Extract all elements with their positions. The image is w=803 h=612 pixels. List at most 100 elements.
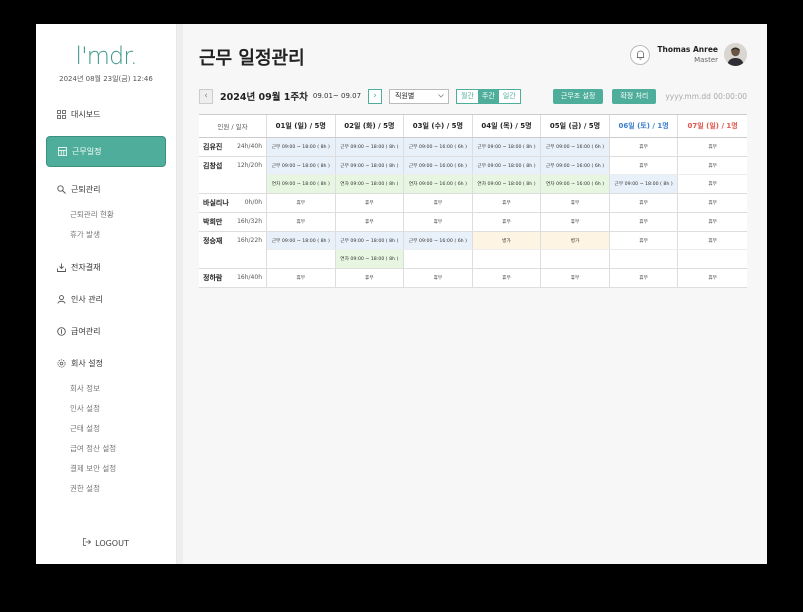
shift-cell[interactable]: 근무 09:00 ~ 18:00 ( 8h ): [472, 138, 542, 156]
logout-button[interactable]: LOGOUT: [36, 538, 176, 548]
employee-cell[interactable]: 바실리나 0h/0h: [199, 194, 267, 212]
shift-cell[interactable]: 휴무: [609, 232, 679, 249]
submenu-attendance-status[interactable]: 근퇴관리 현황: [70, 205, 176, 225]
submenu-payment-security[interactable]: 결제 보안 설정: [70, 459, 176, 479]
view-mode-week[interactable]: 주간: [477, 89, 499, 103]
sidebar-item-approval[interactable]: 전자결재: [36, 257, 176, 277]
shift-cell[interactable]: 휴무: [335, 194, 405, 212]
shift-cell[interactable]: 휴무: [609, 269, 679, 287]
prev-week-button[interactable]: ‹: [199, 88, 213, 104]
day-header: 04일 (목) / 5명: [473, 115, 542, 137]
avatar[interactable]: [724, 43, 747, 66]
shift-cell[interactable]: 휴무: [335, 213, 405, 231]
shift-cell[interactable]: 휴무: [472, 269, 542, 287]
shift-cell[interactable]: 휴무: [541, 213, 610, 231]
shift-cell[interactable]: 연차 09:00 ~ 18:00 ( 8h ): [335, 250, 405, 268]
sidebar-item-dashboard[interactable]: 대시보드: [36, 104, 176, 124]
submenu-permission-settings[interactable]: 권한 설정: [70, 479, 176, 499]
shift-cell[interactable]: 휴무: [678, 232, 747, 249]
table-row: 김창섭 12h/20h 근무 09:00 ~ 18:00 ( 8h ) 근무 09:0…: [199, 157, 747, 194]
shift-cell[interactable]: 연차 09:00 ~ 18:00 ( 8h ): [472, 175, 542, 193]
shift-cell[interactable]: 근무 09:00 ~ 18:00 ( 8h ): [335, 138, 405, 156]
employee-cell[interactable]: 김유진 24h/40h: [199, 138, 267, 156]
sidebar-item-payroll[interactable]: 급여관리: [36, 321, 176, 341]
shift-cell[interactable]: 휴무: [472, 194, 542, 212]
datetime-input[interactable]: yyyy.mm.dd 00:00:00: [665, 92, 747, 101]
shift-cell[interactable]: 휴무: [541, 269, 610, 287]
submenu-payroll-settings[interactable]: 급여 정산 설정: [70, 439, 176, 459]
next-week-button[interactable]: ›: [368, 88, 383, 104]
shift-cell[interactable]: 근무 09:00 ~ 16:00 ( 6h ): [404, 157, 473, 174]
shift-cell[interactable]: 휴무: [678, 194, 747, 212]
coin-icon: [56, 326, 66, 336]
sidebar-item-company-settings[interactable]: 회사 설정: [36, 353, 176, 373]
shift-cell[interactable]: 연차 09:00 ~ 16:00 ( 6h ): [404, 175, 473, 193]
shift-cell[interactable]: 근무 09:00 ~ 18:00 ( 8h ): [267, 232, 336, 249]
employee-cell[interactable]: 정하람 16h/40h: [199, 269, 267, 287]
shift-cell[interactable]: 휴무: [404, 269, 473, 287]
shift-cell[interactable]: [609, 250, 679, 268]
shift-cell[interactable]: [404, 250, 473, 268]
table-row: 박희만 16h/32h 휴무 휴무 휴무 휴무 휴무 휴무 휴무: [199, 213, 747, 232]
submenu-hr-settings[interactable]: 인사 설정: [70, 399, 176, 419]
shift-cell[interactable]: 병가: [472, 232, 542, 249]
shift-cell[interactable]: 병가: [541, 232, 610, 249]
shift-cell[interactable]: 휴무: [267, 269, 336, 287]
shift-cell[interactable]: [267, 250, 336, 268]
filter-select-value: 직원별: [395, 92, 415, 100]
shift-cell[interactable]: [678, 250, 747, 268]
employee-cell[interactable]: 박희만 16h/32h: [199, 213, 267, 231]
shift-cell[interactable]: 근무 09:00 ~ 18:00 ( 8h ): [609, 175, 679, 193]
shift-cell[interactable]: 휴무: [609, 157, 679, 174]
shift-cell[interactable]: 근무 09:00 ~ 16:00 ( 6h ): [404, 232, 473, 249]
shift-cell[interactable]: 근무 09:00 ~ 16:00 ( 6h ): [541, 138, 610, 156]
shift-cell[interactable]: 근무 09:00 ~ 16:00 ( 6h ): [404, 138, 473, 156]
shift-cell[interactable]: 휴무: [404, 213, 473, 231]
sidebar-item-work-schedule[interactable]: 근무일정: [46, 136, 166, 167]
employee-name: 김유진: [203, 143, 223, 151]
shift-cell[interactable]: 연차 09:00 ~ 18:00 ( 8h ): [335, 175, 405, 193]
shift-cell[interactable]: 휴무: [267, 194, 336, 212]
filter-select[interactable]: 직원별: [389, 88, 450, 104]
shift-cell[interactable]: 근무 09:00 ~ 18:00 ( 8h ): [335, 232, 405, 249]
employee-cell[interactable]: 김창섭 12h/20h: [199, 157, 267, 193]
shift-cell[interactable]: 휴무: [404, 194, 473, 212]
shift-cell[interactable]: 휴무: [678, 157, 747, 174]
shift-cell[interactable]: 휴무: [541, 194, 610, 212]
submenu-attendance-settings[interactable]: 근태 설정: [70, 419, 176, 439]
shift-cell[interactable]: 휴무: [678, 138, 747, 156]
shift-cell[interactable]: [472, 250, 542, 268]
shift-cell[interactable]: 휴무: [609, 138, 679, 156]
sidebar-item-hr[interactable]: 인사 관리: [36, 289, 176, 309]
shift-cell[interactable]: 근무 09:00 ~ 18:00 ( 8h ): [335, 157, 405, 174]
confirm-button[interactable]: 확정 처리: [612, 88, 657, 104]
employee-cell[interactable]: 정승재 16h/22h: [199, 232, 267, 268]
shift-cell[interactable]: 휴무: [267, 213, 336, 231]
employee-name: 박희만: [203, 218, 223, 226]
shift-cell[interactable]: 휴무: [678, 213, 747, 231]
submenu-company-info[interactable]: 회사 정보: [70, 379, 176, 399]
shift-cell[interactable]: 휴무: [609, 213, 679, 231]
shift-cell[interactable]: 근무 09:00 ~ 18:00 ( 8h ): [267, 157, 336, 174]
shift-cell[interactable]: 휴무: [335, 269, 405, 287]
view-mode-month[interactable]: 월간: [457, 89, 478, 103]
group-settings-button[interactable]: 근무조 설정: [552, 88, 604, 104]
notification-bell-icon[interactable]: [630, 44, 651, 65]
view-mode-day[interactable]: 일간: [498, 89, 520, 103]
shift-cell[interactable]: 휴무: [678, 269, 747, 287]
app-logo: l'mdr.: [75, 42, 137, 70]
shift-cell[interactable]: 연차 09:00 ~ 16:00 ( 6h ): [541, 175, 610, 193]
view-mode-toggle: 월간 주간 일간: [456, 88, 521, 104]
shift-row: 휴무 휴무 휴무 휴무 휴무 휴무 휴무: [267, 269, 747, 287]
shift-cell[interactable]: 근무 09:00 ~ 18:00 ( 8h ): [472, 157, 542, 174]
shift-cell[interactable]: 휴무: [472, 213, 542, 231]
shift-cell[interactable]: 휴무: [678, 175, 747, 193]
chevron-right-icon: ›: [373, 91, 377, 101]
shift-cell[interactable]: 근무 09:00 ~ 18:00 ( 8h ): [267, 138, 336, 156]
shift-cell[interactable]: 근무 09:00 ~ 16:00 ( 6h ): [541, 157, 610, 174]
shift-cell[interactable]: [541, 250, 610, 268]
sidebar-item-attendance[interactable]: 근퇴관리: [36, 179, 176, 199]
shift-cell[interactable]: 연차 09:00 ~ 18:00 ( 8h ): [267, 175, 336, 193]
submenu-leave-grant[interactable]: 휴가 발생: [70, 225, 176, 245]
shift-cell[interactable]: 휴무: [609, 194, 679, 212]
